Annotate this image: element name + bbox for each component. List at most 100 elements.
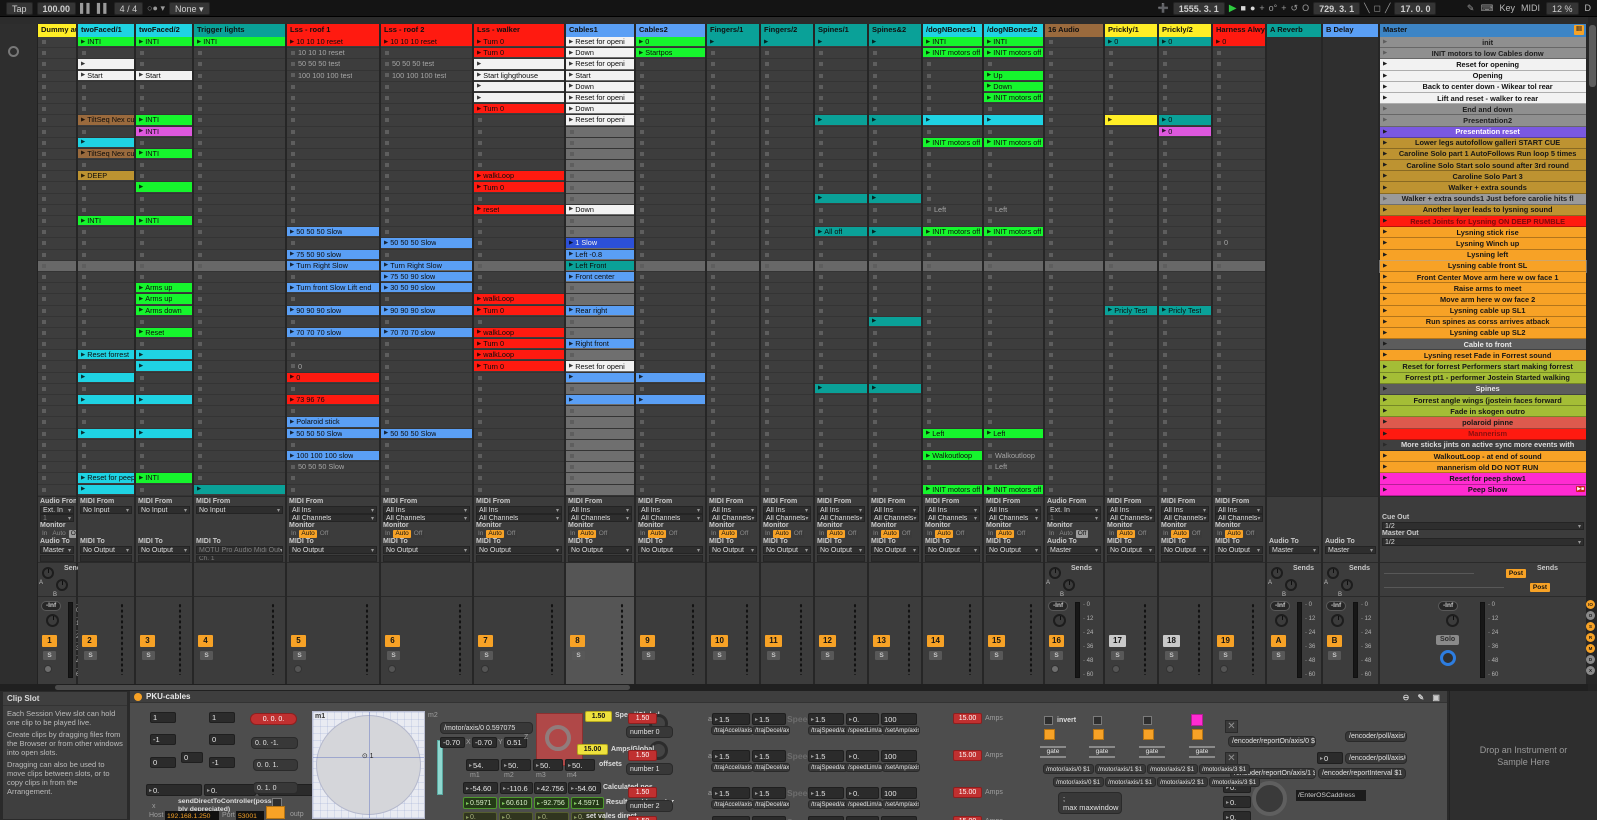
clip[interactable]: ▶ — [815, 194, 867, 203]
clip-launch-icon[interactable]: ▶ — [872, 229, 876, 235]
clip[interactable]: ▶walkLoop — [474, 350, 564, 359]
clip-stop-button[interactable] — [570, 174, 574, 178]
scene-row[interactable]: ▶Lift and reset - walker to rear — [1380, 93, 1586, 104]
clip-launch-icon[interactable]: ▶ — [139, 307, 143, 313]
clip-slot[interactable] — [815, 182, 867, 193]
scene-launch-icon[interactable]: ▶ — [1383, 475, 1387, 481]
clip-launch-icon[interactable]: ▶ — [639, 397, 643, 403]
clip-stop-button[interactable] — [42, 118, 46, 122]
clip-stop-button[interactable] — [1163, 241, 1167, 245]
clip-stop-button[interactable] — [291, 186, 295, 190]
scene-row[interactable]: ▶Peep Show▶■ — [1380, 485, 1586, 496]
clip-slot[interactable] — [984, 317, 1043, 328]
clip-stop-button[interactable] — [291, 107, 295, 111]
monitor-in-button[interactable]: In — [763, 530, 772, 538]
clip-slot[interactable]: ▶Down — [984, 82, 1043, 93]
clip-stop-button[interactable] — [570, 443, 574, 447]
clip-stop-button[interactable] — [873, 208, 877, 212]
automation-arm-icon[interactable]: o° — [1269, 3, 1278, 13]
clip-slot[interactable] — [707, 194, 759, 205]
clip-slot[interactable] — [923, 417, 982, 428]
clip-slot[interactable] — [636, 429, 705, 440]
track-activator[interactable]: 9 — [640, 635, 655, 647]
master-out-select[interactable]: 1/2▾ — [1382, 538, 1584, 546]
clip-slot[interactable] — [381, 104, 472, 115]
clip-slot[interactable] — [38, 93, 76, 104]
clip-slot[interactable] — [194, 82, 285, 93]
clip-slot[interactable] — [636, 115, 705, 126]
monitor-auto-button[interactable]: Auto — [299, 530, 316, 538]
routing-input-field[interactable] — [1215, 555, 1263, 562]
clip-slot[interactable] — [38, 171, 76, 182]
clip-stop-button[interactable] — [1049, 275, 1053, 279]
clip-slot[interactable] — [1159, 182, 1211, 193]
clip-launch-icon[interactable]: ▶ — [81, 173, 85, 179]
clip-stop-button[interactable] — [927, 420, 931, 424]
clip-stop-button[interactable] — [1109, 96, 1113, 100]
clip-stop-button[interactable] — [1163, 96, 1167, 100]
clip-stop-button[interactable] — [385, 163, 389, 167]
clip-launch-icon[interactable]: ▶ — [290, 285, 294, 291]
clip-stop-button[interactable] — [140, 376, 144, 380]
clip-launch-icon[interactable]: ▶ — [987, 50, 991, 56]
clip-slot[interactable] — [38, 82, 76, 93]
clip-slot[interactable] — [38, 160, 76, 171]
clip-launch-icon[interactable]: ▶ — [872, 318, 876, 324]
clip-launch-icon[interactable]: ▶ — [1162, 128, 1166, 134]
clip-stop-button[interactable] — [82, 286, 86, 290]
clip[interactable]: ▶INTI — [136, 37, 192, 46]
clip-slot[interactable]: ▶INIT motors off — [923, 138, 982, 149]
clip-slot[interactable]: ▶Arms up — [136, 283, 192, 294]
clip-stop-button[interactable] — [291, 443, 295, 447]
clip-slot[interactable]: ▶ — [761, 37, 813, 48]
clip-slot[interactable] — [815, 317, 867, 328]
clip-slot[interactable] — [636, 294, 705, 305]
float-box[interactable]: 1.5 — [712, 750, 750, 762]
clip-slot[interactable] — [1213, 417, 1265, 428]
clip-slot[interactable]: ▶INTI — [136, 127, 192, 138]
scene-row[interactable]: ▶mannerism old DO NOT RUN — [1380, 462, 1586, 473]
clip-stop-button[interactable] — [765, 432, 769, 436]
clip[interactable]: ▶0 — [287, 373, 379, 382]
clip-stop-button[interactable] — [765, 353, 769, 357]
float-box[interactable]: 1.5 — [712, 713, 750, 725]
clip-slot[interactable] — [923, 250, 982, 261]
clip-stop-button[interactable] — [478, 152, 482, 156]
clip-launch-icon[interactable]: ▶ — [477, 329, 481, 335]
clip-stop-button[interactable] — [819, 342, 823, 346]
clip-stop-button[interactable] — [1217, 409, 1221, 413]
clip-launch-icon[interactable]: ▶ — [81, 117, 85, 123]
clip-launch-icon[interactable]: ▶ — [139, 184, 143, 190]
clip-stop-button[interactable] — [1217, 85, 1221, 89]
clip-launch-icon[interactable]: ▶ — [384, 430, 388, 436]
clip-stop-button[interactable] — [385, 376, 389, 380]
clip-slot[interactable] — [381, 395, 472, 406]
message-box[interactable]: /encoder/reportOn/axis/0 $1 — [1228, 736, 1316, 747]
clip-stop-button[interactable] — [819, 409, 823, 413]
clip-slot[interactable] — [707, 451, 759, 462]
clip-stop-button[interactable] — [819, 443, 823, 447]
routing-input-field[interactable] — [383, 555, 470, 562]
clip-launch-icon[interactable]: ▶ — [384, 274, 388, 280]
clip-slot[interactable] — [194, 350, 285, 361]
clip-slot[interactable] — [869, 373, 921, 384]
clip-slot[interactable] — [1105, 328, 1157, 339]
clip-slot[interactable]: ▶ — [566, 395, 634, 406]
clip-slot[interactable] — [815, 350, 867, 361]
clip[interactable]: ▶Start lighgthouse — [474, 71, 564, 80]
clip-stop-button[interactable] — [765, 208, 769, 212]
clip[interactable]: ▶90 90 90 slow — [287, 306, 379, 315]
clip[interactable]: ▶90 90 90 slow — [381, 306, 472, 315]
solo-button[interactable]: S — [1272, 651, 1285, 660]
mixer-toggle-O[interactable]: O — [1586, 611, 1595, 620]
toggle-square[interactable] — [1143, 729, 1154, 740]
clip-stop-button[interactable] — [198, 331, 202, 335]
clip-slot[interactable]: ▶0 — [1213, 37, 1265, 48]
clip-stop-button[interactable] — [1049, 365, 1053, 369]
clip-slot[interactable] — [287, 272, 379, 283]
clip-slot[interactable] — [78, 306, 134, 317]
clip-slot[interactable] — [194, 160, 285, 171]
clip-slot[interactable] — [1045, 227, 1103, 238]
clip-slot[interactable] — [194, 227, 285, 238]
monitor-off-button[interactable]: Off — [1015, 530, 1028, 538]
